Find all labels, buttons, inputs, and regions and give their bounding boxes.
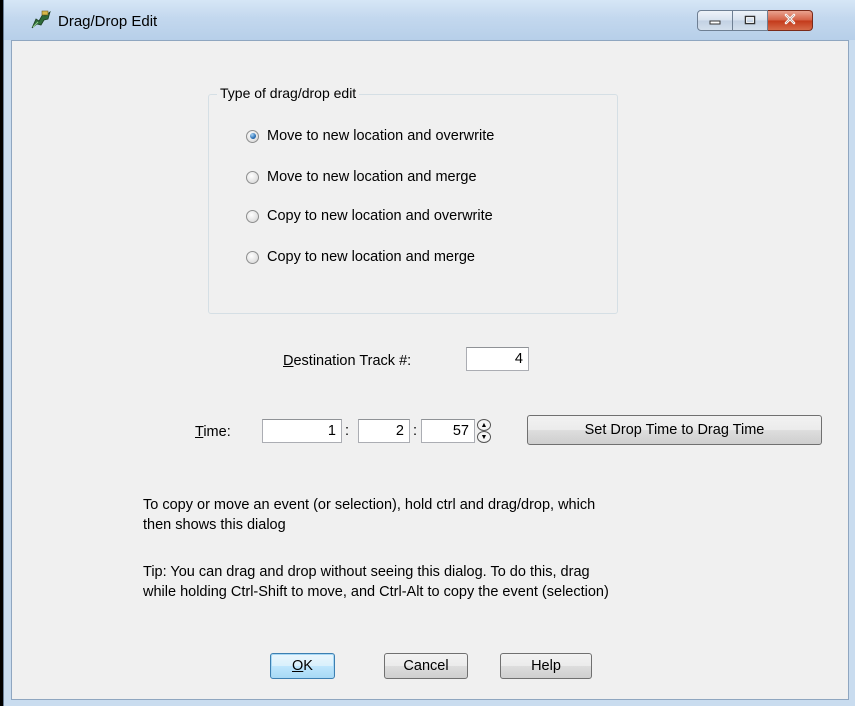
- destination-track-label: Destination Track #:: [283, 353, 412, 369]
- time-beat-input[interactable]: 2: [358, 419, 410, 443]
- radio-label: Move to new location and merge: [267, 169, 477, 185]
- radio-button[interactable]: [246, 170, 259, 184]
- radio-button[interactable]: [246, 209, 259, 223]
- help-text: To copy or move an event (or selection),…: [143, 495, 743, 535]
- radio-copy-merge[interactable]: Copy to new location and merge: [246, 248, 475, 266]
- maximize-icon: [744, 12, 756, 30]
- set-drop-time-button[interactable]: Set Drop Time to Drag Time: [527, 415, 822, 445]
- time-bar-input[interactable]: 1: [262, 419, 342, 443]
- close-icon: [783, 12, 797, 30]
- time-label: Time:: [195, 424, 231, 440]
- spin-down-icon[interactable]: ▼: [477, 431, 491, 443]
- ok-button[interactable]: OK: [270, 653, 335, 679]
- tip-text-line: Tip: You can drag and drop without seein…: [143, 564, 590, 580]
- destination-track-input[interactable]: 4: [466, 347, 529, 371]
- window-title: Drag/Drop Edit: [58, 13, 158, 30]
- title-bar[interactable]: Drag/Drop Edit: [4, 0, 855, 40]
- time-separator: :: [345, 423, 350, 439]
- tip-text: Tip: You can drag and drop without seein…: [143, 562, 743, 602]
- minimize-button[interactable]: [697, 10, 733, 31]
- caption-buttons: [697, 10, 842, 31]
- help-text-line: then shows this dialog: [143, 517, 286, 533]
- time-spinner[interactable]: ▲ ▼: [477, 419, 491, 443]
- tip-text-line: while holding Ctrl-Shift to move, and Ct…: [143, 584, 609, 600]
- maximize-button[interactable]: [733, 10, 768, 31]
- time-separator: :: [413, 423, 418, 439]
- radio-move-overwrite[interactable]: Move to new location and overwrite: [246, 127, 494, 145]
- radio-move-merge[interactable]: Move to new location and merge: [246, 168, 477, 186]
- radio-copy-overwrite[interactable]: Copy to new location and overwrite: [246, 207, 493, 225]
- radio-button-checked[interactable]: [246, 129, 259, 143]
- close-button[interactable]: [768, 10, 813, 31]
- radio-button[interactable]: [246, 250, 259, 264]
- help-button[interactable]: Help: [500, 653, 592, 679]
- dialog-window: Drag/Drop Edit Type of drag/drop edit Mo…: [3, 0, 855, 706]
- radio-label: Copy to new location and overwrite: [267, 208, 493, 224]
- edit-type-group-legend: Type of drag/drop edit: [217, 85, 360, 101]
- drag-drop-app-icon: [30, 10, 52, 30]
- spin-up-icon[interactable]: ▲: [477, 419, 491, 431]
- radio-label: Copy to new location and merge: [267, 249, 475, 265]
- minimize-icon: [709, 12, 721, 30]
- dialog-client-area: Type of drag/drop edit Move to new locat…: [11, 40, 849, 700]
- cancel-button[interactable]: Cancel: [384, 653, 468, 679]
- help-text-line: To copy or move an event (or selection),…: [143, 497, 596, 513]
- radio-label: Move to new location and overwrite: [267, 128, 495, 144]
- time-tick-input[interactable]: 57: [421, 419, 475, 443]
